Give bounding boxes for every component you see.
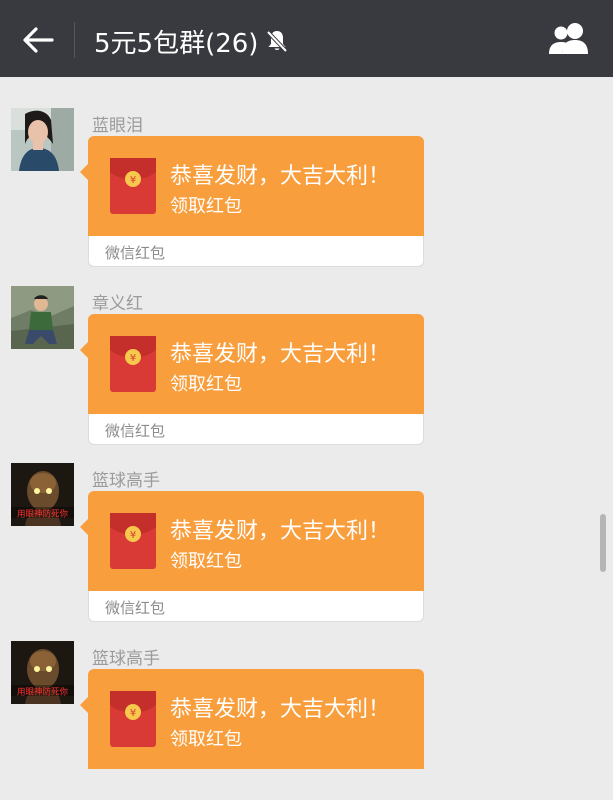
avatar[interactable]: 用眼神防死你 — [11, 641, 74, 704]
chat-title: 5元5包群(26) — [94, 23, 290, 59]
svg-text:用眼神防死你: 用眼神防死你 — [17, 509, 69, 520]
sender-name: 蓝眼泪 — [92, 116, 143, 136]
red-packet-card[interactable]: ¥ 恭喜发财，大吉大利！ 领取红包 微信红包 — [80, 314, 424, 445]
sender-name: 章义红 — [92, 294, 143, 314]
scrollbar-thumb[interactable] — [600, 514, 606, 572]
svg-text:¥: ¥ — [130, 175, 136, 186]
bubble-tail — [80, 342, 88, 358]
chat-header: 5元5包群(26) — [0, 0, 613, 77]
message-item: 章义红 ¥ 恭喜发财，大吉大利！ 领取红包 微信红包 — [0, 255, 613, 445]
claim-label: 领取红包 — [170, 374, 242, 395]
sender-name: 篮球高手 — [92, 471, 160, 491]
back-button[interactable] — [18, 20, 58, 60]
avatar[interactable] — [11, 108, 74, 171]
red-packet-card[interactable]: ¥ 恭喜发财，大吉大利！ 领取红包 微信红包 — [80, 491, 424, 622]
group-members-icon — [549, 23, 588, 54]
bell-off-icon — [267, 30, 288, 53]
avatar[interactable] — [11, 286, 74, 349]
message-item: 用眼神防死你 篮球高手 ¥ 恭喜发财，大吉大利！ 领取红包 微信红包 — [0, 432, 613, 622]
bubble-tail — [80, 519, 88, 535]
red-packet-card[interactable]: ¥ 恭喜发财，大吉大利！ 领取红包 微信红包 — [80, 136, 424, 267]
greeting-text: 恭喜发财，大吉大利！ — [170, 519, 391, 544]
claim-label: 领取红包 — [170, 729, 242, 750]
claim-label: 领取红包 — [170, 551, 242, 572]
red-packet-body: ¥ 恭喜发财，大吉大利！ 领取红包 — [88, 669, 424, 769]
sender-name: 篮球高手 — [92, 649, 160, 669]
greeting-text: 恭喜发财，大吉大利！ — [170, 164, 391, 189]
header-divider — [74, 22, 75, 58]
red-envelope-icon: ¥ — [110, 336, 156, 392]
red-envelope-icon: ¥ — [110, 513, 156, 569]
arrow-left-icon — [23, 27, 54, 53]
claim-label: 领取红包 — [170, 196, 242, 217]
message-list: 蓝眼泪 ¥ 恭喜发财，大吉大利！ 领取红包 微信红包 章义红 ¥ 恭喜发财，大吉… — [0, 77, 613, 771]
message-item: 用眼神防死你 篮球高手 ¥ 恭喜发财，大吉大利！ 领取红包 — [0, 610, 613, 778]
svg-text:¥: ¥ — [130, 708, 136, 719]
svg-text:¥: ¥ — [130, 353, 136, 364]
red-envelope-icon: ¥ — [110, 691, 156, 747]
group-members-button[interactable] — [545, 20, 593, 60]
group-name: 5元5包群(26) — [94, 28, 259, 59]
red-packet-body: ¥ 恭喜发财，大吉大利！ 领取红包 — [88, 314, 424, 414]
svg-text:用眼神防死你: 用眼神防死你 — [17, 687, 69, 698]
message-item: 蓝眼泪 ¥ 恭喜发财，大吉大利！ 领取红包 微信红包 — [0, 77, 613, 267]
bubble-tail — [80, 164, 88, 180]
red-envelope-icon: ¥ — [110, 158, 156, 214]
svg-text:¥: ¥ — [130, 530, 136, 541]
red-packet-body: ¥ 恭喜发财，大吉大利！ 领取红包 — [88, 491, 424, 591]
bubble-tail — [80, 697, 88, 713]
greeting-text: 恭喜发财，大吉大利！ — [170, 342, 391, 367]
avatar[interactable]: 用眼神防死你 — [11, 463, 74, 526]
greeting-text: 恭喜发财，大吉大利！ — [170, 697, 391, 722]
red-packet-body: ¥ 恭喜发财，大吉大利！ 领取红包 — [88, 136, 424, 236]
red-packet-card[interactable]: ¥ 恭喜发财，大吉大利！ 领取红包 — [80, 669, 424, 800]
